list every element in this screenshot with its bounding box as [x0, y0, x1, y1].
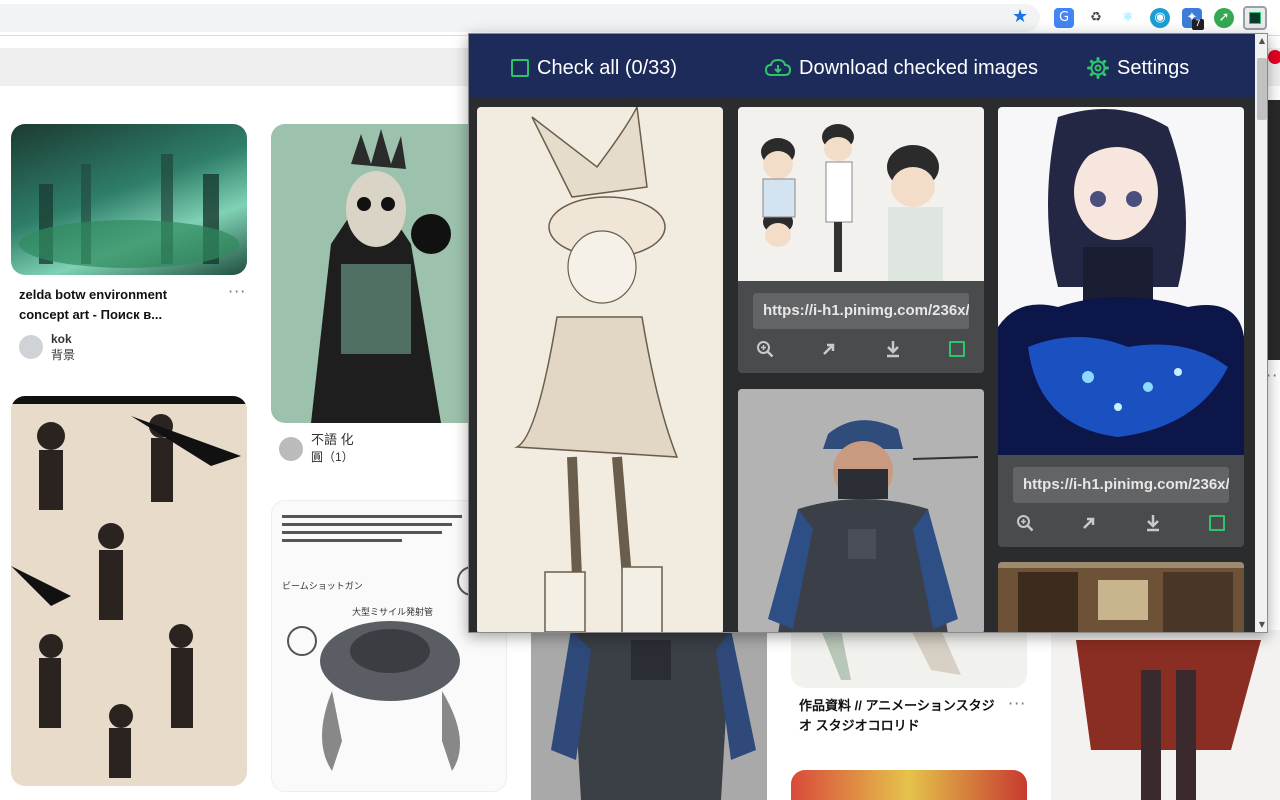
scroll-up-arrow-icon[interactable]: ▲: [1256, 35, 1268, 47]
check-all-button[interactable]: Check all (0/33): [511, 54, 677, 82]
sketch-girl-image: [477, 107, 723, 633]
image-downloader-icon[interactable]: [1243, 6, 1267, 30]
techwear-image: [738, 389, 984, 633]
pin-title-studio-colorido[interactable]: 作品資料 // アニメーションスタジオ スタジオコロリド: [799, 696, 1004, 736]
pin-author[interactable]: kok: [51, 332, 72, 347]
download-icon[interactable]: [1141, 511, 1165, 535]
image-url-field[interactable]: https://i-h1.pinimg.com/236x/anime-schoo…: [753, 293, 969, 329]
settings-button[interactable]: Settings: [1087, 54, 1189, 82]
translate-icon[interactable]: G: [1054, 8, 1074, 28]
pin-image-skeleton-king[interactable]: [271, 124, 471, 423]
open-in-new-tab-icon[interactable]: [817, 337, 841, 361]
open-in-new-tab-icon[interactable]: [1077, 511, 1101, 535]
avatar[interactable]: [19, 335, 43, 359]
avatar[interactable]: [279, 437, 303, 461]
card-actions: [1013, 511, 1229, 535]
react-icon[interactable]: ⚛: [1118, 8, 1138, 28]
anime-school-illustration: [791, 630, 1027, 688]
sketch-note: ビームショットガン: [282, 579, 363, 592]
room-image: [998, 562, 1244, 633]
more-options-icon[interactable]: ···: [1008, 694, 1026, 713]
settings-label: Settings: [1117, 57, 1189, 80]
anime-school-image: [738, 107, 984, 281]
pin-image-girl-legs[interactable]: [1051, 630, 1280, 800]
pin-image-character-sheet[interactable]: [11, 396, 247, 786]
zoom-icon[interactable]: [1013, 511, 1037, 535]
pin-board: 背景: [51, 348, 75, 363]
girl-legs-illustration: [1051, 630, 1280, 800]
address-bar[interactable]: [0, 4, 1040, 32]
download-checked-button[interactable]: Download checked images: [765, 54, 1038, 82]
pin-image-anime-school-bottom[interactable]: [791, 630, 1027, 688]
card-actions: [753, 337, 969, 361]
pin-author[interactable]: 不語 化: [311, 432, 354, 447]
pin-image-techwear[interactable]: [531, 630, 767, 800]
image-card[interactable]: https://i-h1.pinimg.com/236x/blue-girl.j…: [998, 107, 1244, 547]
scrollbar-thumb[interactable]: [1257, 58, 1267, 120]
pin-image-zelda[interactable]: [11, 124, 247, 275]
pin-image-colorful[interactable]: [791, 770, 1027, 800]
image-downloader-popup: Check all (0/33) Download checked images…: [468, 33, 1268, 633]
download-icon[interactable]: [881, 337, 905, 361]
image-card[interactable]: [477, 107, 723, 633]
image-card[interactable]: [738, 389, 984, 633]
eye-icon[interactable]: ◉: [1150, 8, 1170, 28]
gear-icon: [1087, 57, 1109, 79]
character-sketches-illustration: [11, 396, 247, 786]
select-image-checkbox[interactable]: [945, 337, 969, 361]
sketch-note: 大型ミサイル発射管: [352, 605, 433, 618]
check-all-label: Check all (0/33): [537, 57, 677, 80]
extension-badge: 7: [1192, 19, 1204, 30]
blue-girl-image: [998, 107, 1244, 455]
zoom-icon[interactable]: [753, 337, 777, 361]
download-label: Download checked images: [799, 57, 1038, 80]
bookmark-star-icon[interactable]: ★: [1012, 6, 1028, 27]
popup-header: Check all (0/33) Download checked images…: [469, 34, 1255, 98]
techwear-illustration: [531, 630, 767, 800]
image-url-field[interactable]: https://i-h1.pinimg.com/236x/blue-girl.j…: [1013, 467, 1229, 503]
compass-icon[interactable]: ➚: [1214, 8, 1234, 28]
recycle-icon[interactable]: ♻: [1086, 8, 1106, 28]
browser-toolbar: ★ G ♻ ⚛ ◉ ✦ 7 ➚: [0, 0, 1280, 36]
image-card[interactable]: https://i-h1.pinimg.com/236x/anime-schoo…: [738, 107, 984, 373]
notification-dot: [1268, 50, 1280, 64]
scroll-down-arrow-icon[interactable]: ▼: [1256, 619, 1268, 631]
select-image-checkbox[interactable]: [1205, 511, 1229, 535]
checkbox-icon: [511, 59, 529, 77]
skeleton-king-illustration: [271, 124, 471, 423]
pin-title-zelda[interactable]: zelda botw environment concept art - Пои…: [19, 285, 189, 325]
ruins-illustration: [11, 124, 247, 275]
popup-scrollbar[interactable]: ▲ ▼: [1255, 34, 1268, 633]
image-card[interactable]: [998, 562, 1244, 633]
more-options-icon[interactable]: ···: [228, 282, 246, 301]
pin-board: 圓（1）: [311, 450, 354, 465]
pin-image-edge[interactable]: [1266, 100, 1280, 360]
cloud-download-icon: [765, 58, 791, 78]
